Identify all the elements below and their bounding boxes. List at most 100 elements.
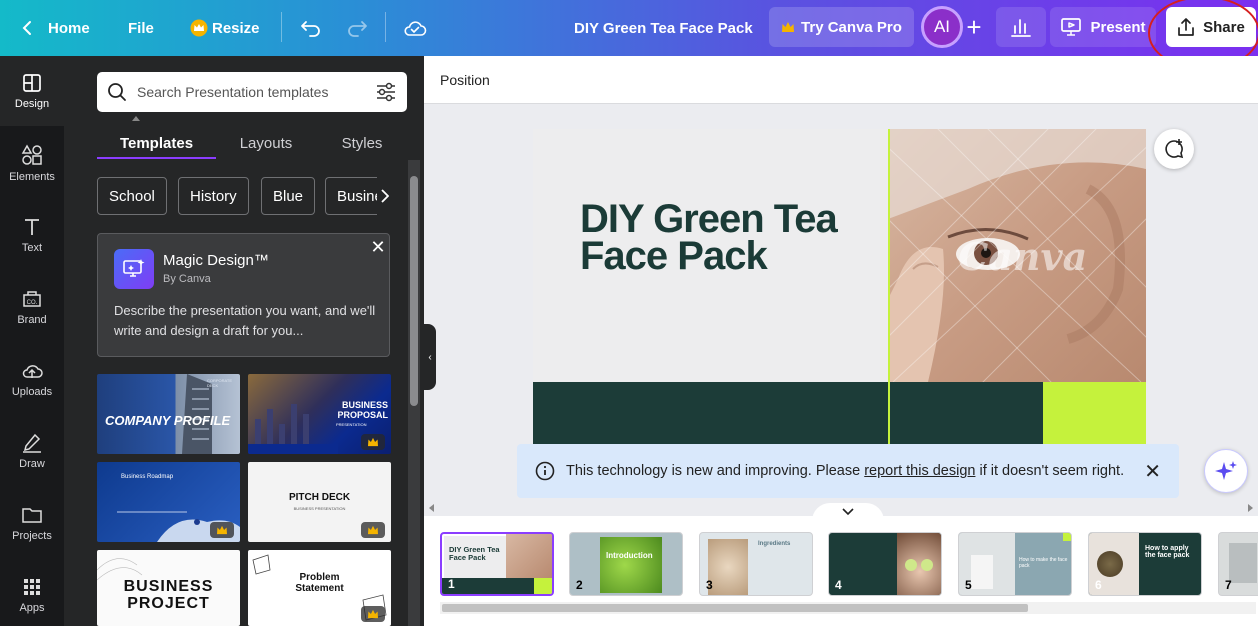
tab-layouts[interactable]: Layouts	[224, 126, 308, 160]
filter-chip-history[interactable]: History	[178, 177, 249, 215]
filter-chip-school[interactable]: School	[97, 177, 167, 215]
avatar[interactable]: AI	[921, 6, 963, 48]
chevron-left-icon	[22, 21, 31, 35]
nav-item-text[interactable]: Text	[0, 200, 64, 270]
thumb-photo	[506, 534, 552, 578]
pages-toggle-button[interactable]	[812, 503, 884, 521]
page-number: 1	[448, 577, 455, 591]
close-icon[interactable]: ✕	[1144, 459, 1161, 484]
folder-icon	[22, 507, 42, 523]
try-canva-pro-button[interactable]: Try Canva Pro	[769, 7, 914, 47]
close-icon[interactable]: ✕	[369, 237, 387, 258]
thumb-cucumber	[905, 559, 917, 571]
filmstrip-scrollbar-thumb[interactable]	[442, 604, 1028, 612]
file-menu-button[interactable]: File	[128, 0, 154, 56]
redo-icon	[348, 21, 367, 37]
template-subtitle: CORPORATE DECK	[207, 378, 233, 388]
pro-badge	[361, 606, 385, 622]
nav-label: Design	[14, 97, 50, 110]
panel-scrollbar-thumb[interactable]	[410, 176, 418, 406]
share-button[interactable]: Share	[1166, 7, 1256, 47]
slide-accent-line	[888, 129, 890, 445]
canva-watermark: Canva	[958, 234, 1088, 279]
add-comment-button[interactable]	[1154, 129, 1194, 169]
analytics-button[interactable]	[996, 7, 1046, 47]
page-number: 4	[835, 578, 842, 592]
template-business-roadmap[interactable]: Business Roadmap	[97, 462, 240, 542]
home-button[interactable]: Home	[22, 0, 90, 56]
nav-item-apps[interactable]: Apps	[0, 560, 64, 626]
filter-chip-blue[interactable]: Blue	[261, 177, 316, 215]
filter-sliders-icon[interactable]	[375, 82, 397, 102]
tab-templates[interactable]: Templates	[97, 126, 216, 160]
template-problem-statement[interactable]: Problem Statement	[248, 550, 391, 626]
bar-chart-icon	[1011, 19, 1031, 37]
position-button[interactable]: Position	[440, 72, 490, 88]
undo-button[interactable]	[300, 0, 322, 56]
chevron-right-icon	[381, 189, 389, 203]
report-design-link[interactable]: report this design	[864, 463, 975, 479]
nav-item-brand[interactable]: CO. Brand	[0, 272, 64, 342]
pro-badge	[210, 522, 234, 538]
svg-text:CO.: CO.	[27, 300, 38, 306]
tab-styles[interactable]: Styles	[320, 126, 404, 160]
layout-icon	[23, 73, 41, 92]
nav-item-elements[interactable]: Elements	[0, 128, 64, 198]
template-business-proposal[interactable]: BUSINESS PROPOSAL PRESENTATION	[248, 374, 391, 454]
nav-label: Uploads	[11, 385, 53, 398]
present-button[interactable]: Present	[1050, 7, 1156, 47]
nav-label: Elements	[9, 170, 55, 183]
slide-title[interactable]: DIY Green Tea Face Pack	[580, 199, 890, 276]
document-title[interactable]: DIY Green Tea Face Pack	[574, 0, 753, 56]
crown-icon	[368, 609, 378, 619]
magic-assistant-button[interactable]	[1204, 449, 1248, 493]
page-thumbnail-2[interactable]: Introduction 2	[569, 532, 683, 596]
thumb-photo	[1229, 543, 1257, 583]
present-screen-icon	[1061, 18, 1082, 36]
nav-item-design[interactable]: Design	[0, 56, 64, 126]
magic-design-card[interactable]: Magic Design™ By Canva Describe the pres…	[97, 233, 390, 357]
template-company-profile[interactable]: COMPANY PROFILE CORPORATE DECK	[97, 374, 240, 454]
redo-button[interactable]	[346, 0, 368, 56]
thumb-cucumber	[921, 559, 933, 571]
thumb-caption: Ingredients	[758, 541, 791, 547]
search-input[interactable]	[137, 84, 365, 100]
page-thumbnail-6[interactable]: How to apply the face pack 6	[1088, 532, 1202, 596]
nav-item-draw[interactable]: Draw	[0, 416, 64, 486]
template-title: Problem Statement	[295, 572, 344, 594]
template-title: PITCH DECK	[288, 492, 351, 503]
resize-button[interactable]: Resize	[190, 0, 260, 56]
magic-design-subtitle: By Canva	[163, 273, 211, 285]
present-label: Present	[1090, 18, 1146, 36]
grid-icon	[24, 578, 40, 595]
ai-notice-banner: This technology is new and improving. Pl…	[517, 444, 1179, 498]
page-thumbnail-1[interactable]: DIY Green Tea Face Pack 1	[440, 532, 554, 596]
chips-next-button[interactable]	[377, 177, 393, 215]
search-bar	[97, 72, 407, 112]
template-title: Business Roadmap	[121, 474, 174, 480]
resize-label: Resize	[212, 19, 260, 37]
nav-item-projects[interactable]: Projects	[0, 488, 64, 558]
page-number: 2	[576, 578, 583, 592]
save-status-button[interactable]	[403, 0, 427, 56]
add-collaborator-button[interactable]: +	[963, 13, 985, 43]
nav-item-uploads[interactable]: Uploads	[0, 344, 64, 414]
template-subtitle: BUSINESS PRESENTATION	[293, 506, 346, 511]
scroll-right-arrow[interactable]	[1248, 504, 1253, 512]
face-photo[interactable]: Canva	[888, 129, 1146, 382]
template-business-project[interactable]: BUSINESS PROJECT	[97, 550, 240, 626]
collapse-panel-button[interactable]: ‹	[424, 324, 436, 390]
page-thumbnail-4[interactable]: 4	[828, 532, 942, 596]
page-thumbnail-7[interactable]: 7	[1218, 532, 1258, 596]
template-pitch-deck[interactable]: PITCH DECK BUSINESS PRESENTATION	[248, 462, 391, 542]
page-thumbnail-3[interactable]: Ingredients 3	[699, 532, 813, 596]
page-thumbnail-5[interactable]: How to make the face pack 5	[958, 532, 1072, 596]
scroll-up-arrow[interactable]	[132, 116, 140, 121]
templates-panel: Templates Layouts Styles School History …	[64, 56, 424, 626]
slide-canvas[interactable]: DIY Green Tea Face Pack Canva	[533, 129, 1146, 445]
crown-icon	[782, 22, 795, 32]
page-number: 7	[1225, 578, 1232, 592]
scroll-left-arrow[interactable]	[429, 504, 434, 512]
share-upload-icon	[1178, 18, 1194, 36]
thumb-caption: DIY Green Tea Face Pack	[449, 545, 500, 562]
